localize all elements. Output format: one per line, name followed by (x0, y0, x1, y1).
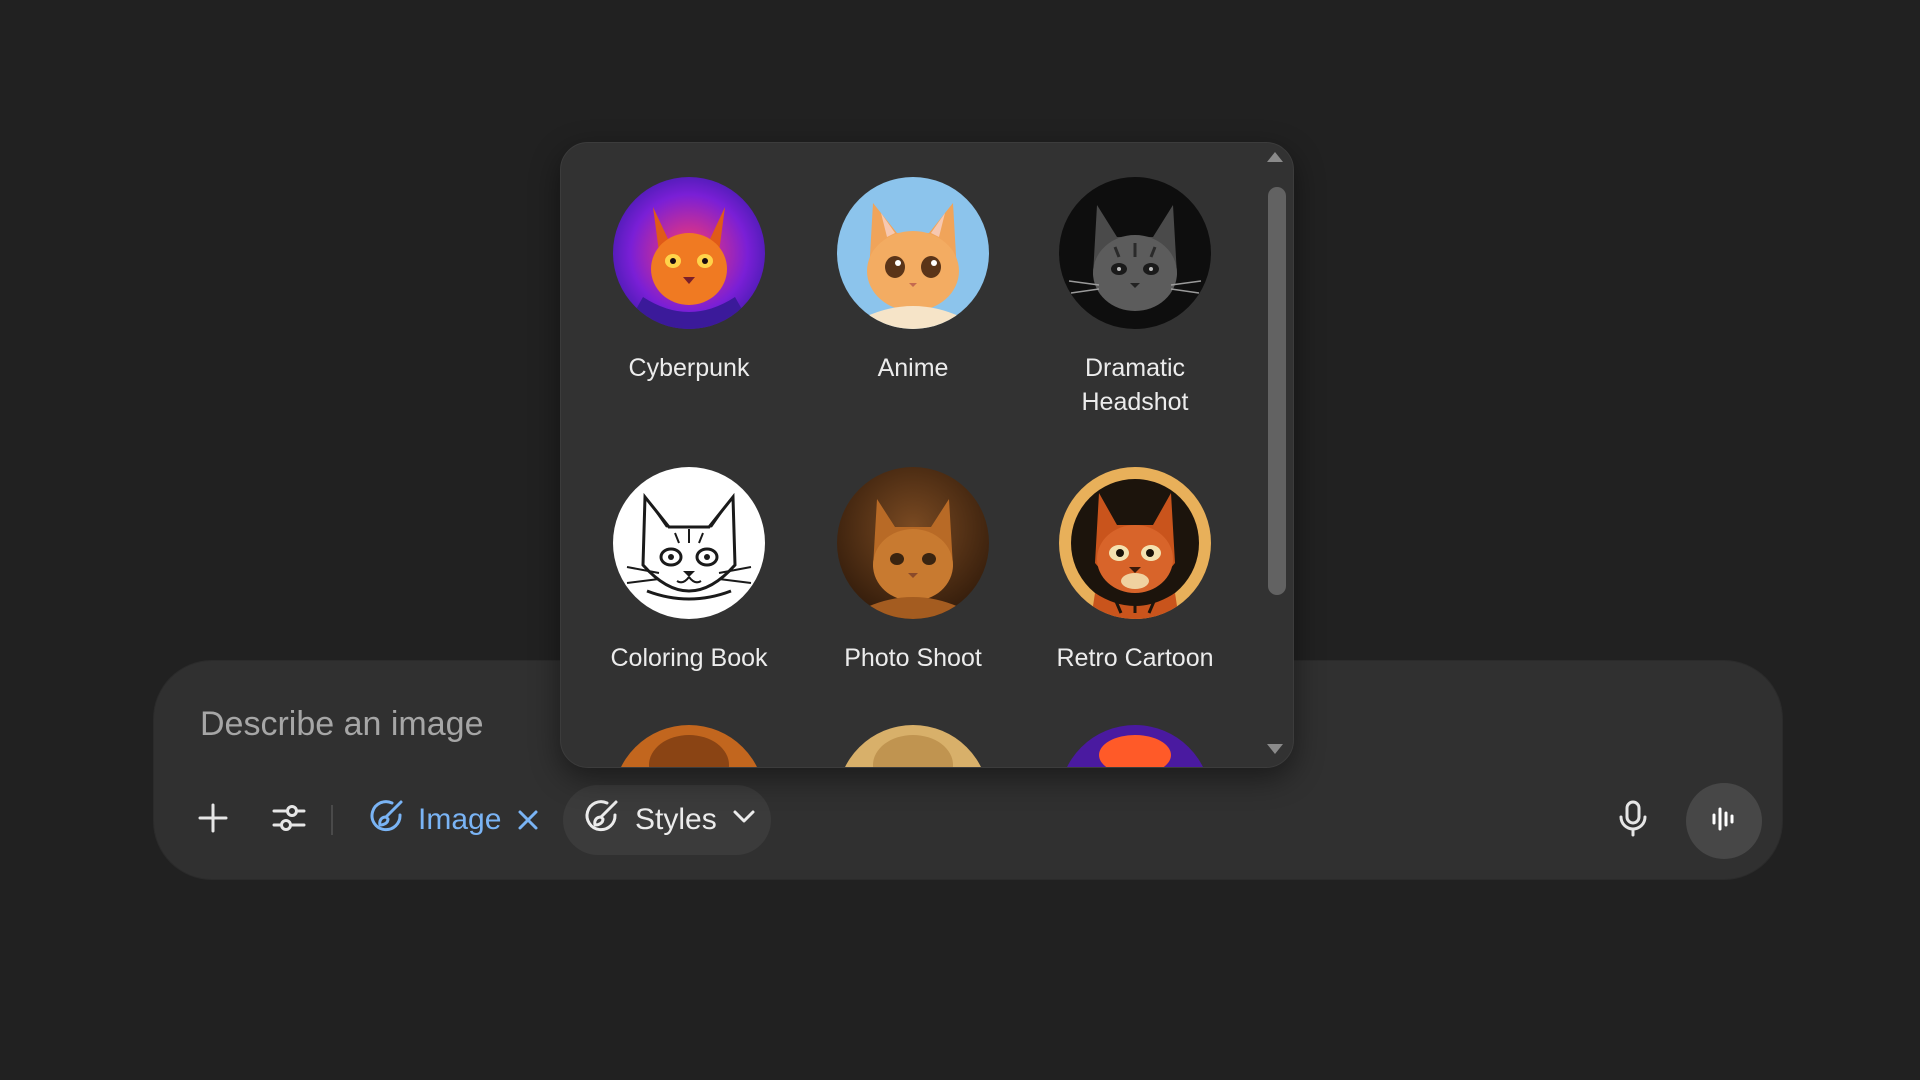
scroll-up-button[interactable] (1265, 151, 1285, 167)
style-label: Photo Shoot (844, 644, 982, 672)
dramatic-headshot-thumbnail (1059, 177, 1211, 329)
style-option-photo-shoot[interactable]: Photo Shoot (813, 467, 1013, 675)
style-option-dramatic-headshot[interactable]: Dramatic Headshot (1035, 177, 1235, 419)
style-option-partial[interactable] (589, 725, 789, 767)
styles-grid: Cyberpunk Anime Dramatic Headshot Colori… (561, 143, 1261, 767)
sliders-icon (271, 800, 307, 841)
add-button[interactable] (184, 791, 242, 849)
style-label: Retro Cartoon (1056, 644, 1214, 672)
retro-cartoon-thumbnail (1059, 467, 1211, 619)
voice-mode-button[interactable] (1686, 783, 1762, 859)
style-option-cyberpunk[interactable]: Cyberpunk (589, 177, 789, 385)
style-thumbnail (1059, 725, 1211, 767)
style-option-partial[interactable] (1035, 725, 1235, 767)
anime-thumbnail (837, 177, 989, 329)
tools-button[interactable] (260, 791, 318, 849)
plus-icon (196, 801, 230, 840)
style-thumbnail (613, 725, 765, 767)
paintbrush-icon (368, 797, 406, 843)
composer-toolbar: Image Styles (154, 783, 1782, 859)
microphone-button[interactable] (1604, 791, 1662, 849)
style-option-coloring-book[interactable]: Coloring Book (589, 467, 789, 675)
scroll-down-arrow-icon (1266, 742, 1284, 760)
style-label: Coloring Book (610, 644, 768, 672)
image-generation-page: Image Styles (0, 0, 1920, 1080)
photo-shoot-thumbnail (837, 467, 989, 619)
style-label: Dramatic Headshot (1081, 354, 1189, 416)
close-icon[interactable] (513, 805, 543, 835)
image-mode-chip[interactable]: Image (354, 791, 553, 849)
styles-dropdown-button[interactable]: Styles (563, 785, 771, 855)
scroll-down-button[interactable] (1265, 743, 1285, 759)
style-thumbnail (837, 725, 989, 767)
paintbrush-icon (583, 797, 621, 843)
style-option-partial[interactable] (813, 725, 1013, 767)
voice-mode-icon (1708, 803, 1740, 840)
styles-panel: Cyberpunk Anime Dramatic Headshot Colori… (560, 142, 1294, 768)
style-option-retro-cartoon[interactable]: Retro Cartoon (1035, 467, 1235, 675)
styles-scrollbar-thumb[interactable] (1268, 187, 1286, 595)
styles-label: Styles (635, 803, 717, 836)
microphone-icon (1616, 799, 1650, 842)
cyberpunk-thumbnail (613, 177, 765, 329)
scroll-up-arrow-icon (1266, 150, 1284, 168)
style-option-anime[interactable]: Anime (813, 177, 1013, 385)
image-chip-label: Image (418, 803, 502, 836)
chevron-down-icon (731, 803, 757, 837)
toolbar-divider (331, 805, 333, 835)
style-label: Anime (877, 354, 949, 382)
coloring-book-thumbnail (613, 467, 765, 619)
style-label: Cyberpunk (628, 354, 750, 382)
